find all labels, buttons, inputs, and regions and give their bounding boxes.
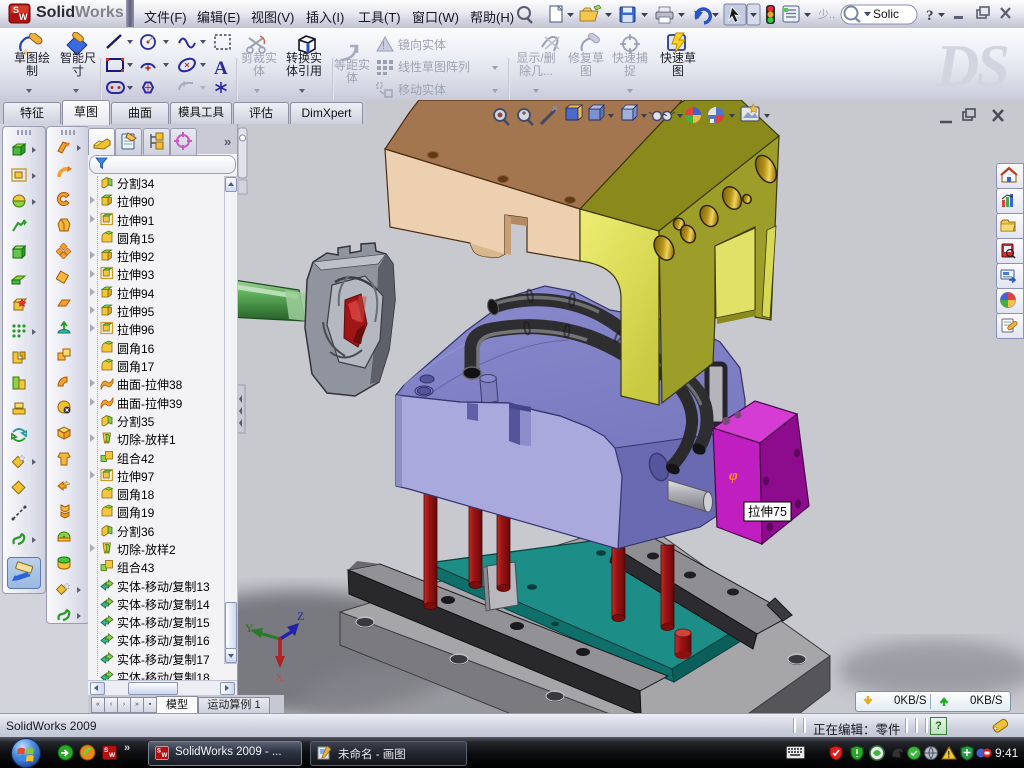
svg-text:少..: 少.. — [818, 8, 835, 21]
svg-text:Z: Z — [297, 609, 304, 623]
svg-text:?: ? — [926, 8, 934, 24]
svg-text:W: W — [109, 752, 116, 759]
svg-text:!: ! — [382, 40, 385, 52]
svg-text:W: W — [19, 12, 28, 22]
svg-text:拉伸75: 拉伸75 — [748, 504, 787, 519]
svg-text:W: W — [162, 752, 168, 759]
svg-text:S: S — [157, 748, 161, 755]
svg-text:Y: Y — [245, 621, 254, 635]
svg-text:X: X — [275, 670, 284, 684]
svg-text:!: ! — [947, 750, 950, 760]
svg-text:φ: φ — [729, 468, 738, 484]
svg-text:Solic: Solic — [873, 7, 899, 21]
svg-text:A: A — [214, 58, 228, 79]
